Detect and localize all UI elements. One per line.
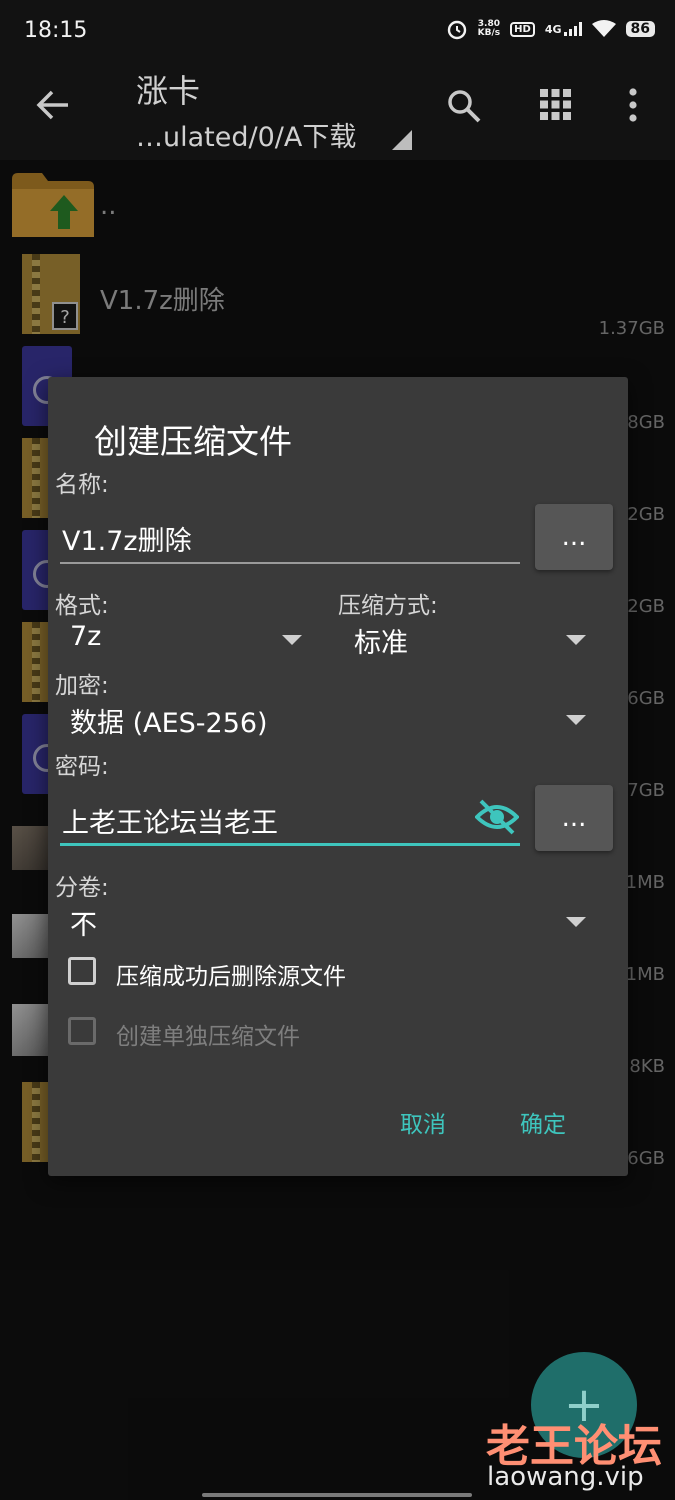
hd-icon: HD: [510, 21, 535, 37]
more-vert-icon[interactable]: [628, 88, 638, 122]
dialog-title: 创建压缩文件: [94, 422, 292, 461]
status-time: 18:15: [24, 18, 88, 43]
status-bar: 18:15 3.80 KB/s HD 4G 86: [0, 0, 675, 64]
chevron-down-icon: [282, 635, 302, 645]
wifi-icon: [591, 20, 616, 37]
visibility-off-icon[interactable]: [475, 799, 519, 835]
back-arrow-icon[interactable]: [36, 90, 70, 120]
volume-label: 分卷:: [55, 875, 109, 901]
toolbar-title: 涨卡: [136, 72, 201, 110]
encryption-label: 加密:: [55, 673, 109, 699]
password-input[interactable]: 上老王论坛当老王: [62, 801, 278, 840]
cancel-button[interactable]: 取消: [400, 1105, 446, 1139]
ok-button[interactable]: 确定: [520, 1105, 566, 1139]
toolbar-path[interactable]: …ulated/0/A下载: [136, 115, 356, 154]
alarm-icon: [447, 20, 466, 40]
separate-archive-checkbox: [68, 1017, 96, 1045]
name-input[interactable]: V1.7z删除: [62, 519, 192, 558]
chevron-down-icon: [566, 635, 586, 645]
delete-source-checkbox[interactable]: [68, 957, 96, 985]
network-type: 4G: [544, 23, 562, 36]
delete-source-label: 压缩成功后删除源文件: [116, 964, 346, 990]
encryption-value: 数据 (AES-256): [70, 708, 268, 739]
password-underline: [60, 843, 520, 846]
volume-select[interactable]: 不: [60, 903, 594, 943]
battery-icon: 86: [625, 21, 655, 37]
format-select[interactable]: 7z: [60, 621, 310, 661]
separate-archive-label: 创建单独压缩文件: [116, 1024, 300, 1050]
path-dropdown-icon[interactable]: [392, 130, 412, 150]
chevron-down-icon: [566, 715, 586, 725]
name-browse-button[interactable]: ...: [535, 504, 613, 570]
password-options-button[interactable]: ...: [535, 785, 613, 851]
speed-unit: KB/s: [477, 28, 501, 38]
watermark-url: laowang.vip: [487, 1462, 644, 1492]
volume-value: 不: [70, 910, 97, 941]
method-label: 压缩方式:: [338, 593, 438, 619]
signal-icon: 4G: [545, 22, 582, 36]
method-value: 标准: [354, 628, 408, 659]
name-underline: [60, 562, 520, 564]
method-select[interactable]: 标准: [344, 621, 594, 661]
home-indicator[interactable]: [202, 1493, 472, 1497]
format-label: 格式:: [55, 593, 109, 619]
status-icons: 3.80 KB/s HD 4G 86: [446, 18, 655, 40]
network-speed: 3.80 KB/s: [478, 20, 500, 38]
chevron-down-icon: [566, 917, 586, 927]
grid-view-icon[interactable]: [540, 89, 571, 120]
encryption-select[interactable]: 数据 (AES-256): [60, 701, 594, 741]
password-label: 密码:: [55, 754, 109, 780]
delete-source-option[interactable]: 压缩成功后删除源文件: [66, 953, 486, 993]
search-icon[interactable]: [446, 88, 482, 124]
name-label: 名称:: [55, 472, 109, 498]
separate-archive-option: 创建单独压缩文件: [66, 1013, 486, 1053]
format-value: 7z: [70, 621, 102, 652]
create-archive-dialog: 创建压缩文件 名称: V1.7z删除 ... 格式: 压缩方式: 7z 标准 加…: [48, 377, 628, 1176]
